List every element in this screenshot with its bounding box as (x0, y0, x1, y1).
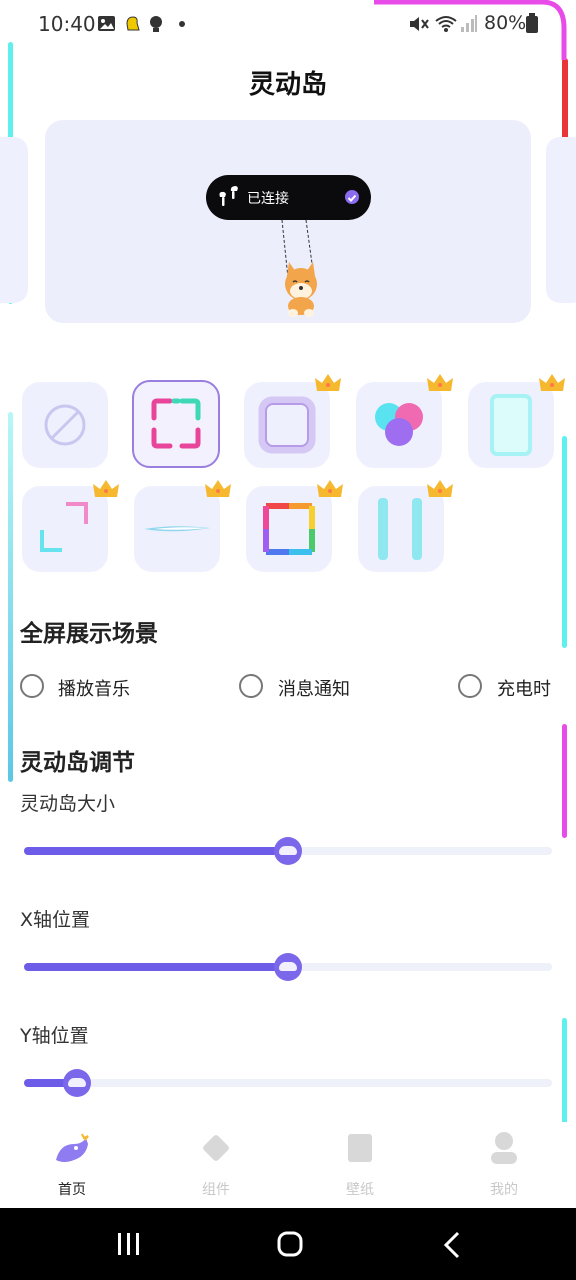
back-icon[interactable] (440, 1230, 464, 1260)
style-glow-square[interactable] (244, 382, 330, 468)
nav-widgets[interactable]: 组件 (144, 1122, 288, 1208)
neon-edge-right-pink (562, 724, 567, 838)
radio-notification[interactable] (239, 674, 263, 698)
system-navigation-bar (0, 1208, 576, 1280)
adjust-section-title: 灵动岛调节 (20, 750, 135, 776)
premium-crown-icon (427, 374, 453, 391)
wallpaper-icon (348, 1134, 372, 1162)
status-time: 10:40 (38, 12, 96, 36)
dot-icon (179, 21, 185, 27)
carousel-card-next[interactable] (546, 137, 576, 303)
swinging-shiba-mascot (281, 219, 317, 317)
slider-size-thumb[interactable] (274, 837, 302, 865)
neon-edge-right-cyan-low (562, 1018, 567, 1130)
slider-label-size: 灵动岛大小 (20, 793, 116, 815)
premium-crown-icon (539, 374, 565, 391)
earbuds-icon (219, 186, 238, 206)
radio-play-music[interactable] (20, 674, 44, 698)
nav-profile[interactable]: 我的 (432, 1122, 576, 1208)
no-style-icon (44, 404, 86, 446)
island-status-label: 已连接 (247, 191, 289, 207)
premium-crown-icon (315, 374, 341, 391)
gallery-icon (98, 16, 115, 31)
neon-edge-top-right-pink (374, 0, 567, 60)
bulb-icon (150, 16, 162, 32)
recent-apps-icon[interactable] (116, 1230, 142, 1258)
slider-x-position[interactable] (24, 953, 552, 981)
nav-label-home: 首页 (58, 1182, 86, 1198)
dashed-square-icon (151, 398, 201, 449)
slider-y-thumb[interactable] (63, 1069, 91, 1097)
neon-edge-right-cyan-mid (562, 436, 567, 648)
style-none[interactable] (22, 382, 108, 468)
slider-label-x: X轴位置 (20, 909, 91, 931)
fullscreen-section-title: 全屏展示场景 (20, 621, 158, 647)
premium-crown-icon (317, 480, 343, 497)
premium-crown-icon (93, 480, 119, 497)
slider-x-fill (24, 963, 288, 971)
bottom-nav: 首页 组件 壁纸 我的 (0, 1122, 576, 1208)
nav-label-wallpaper: 壁纸 (346, 1182, 374, 1198)
page-title: 灵动岛 (248, 70, 327, 100)
connected-check-icon (345, 190, 359, 204)
style-cyan-frame[interactable] (468, 382, 554, 468)
slider-y-position[interactable] (24, 1069, 552, 1097)
style-color-circles[interactable] (356, 382, 442, 468)
neon-edge-left-blue (8, 412, 13, 782)
premium-crown-icon (205, 480, 231, 497)
radio-label-charging[interactable]: 充电时 (497, 675, 551, 701)
nav-wallpaper[interactable]: 壁纸 (288, 1122, 432, 1208)
home-bird-icon (56, 1133, 89, 1162)
carousel-card-prev[interactable] (0, 137, 28, 303)
glow-square-icon (258, 396, 316, 454)
slider-size-fill (24, 847, 288, 855)
nav-home[interactable]: 首页 (0, 1122, 144, 1208)
profile-icon (491, 1132, 517, 1164)
color-circles-icon (375, 403, 423, 446)
slider-size[interactable] (24, 837, 552, 865)
widgets-diamond-icon (203, 1135, 229, 1161)
style-dashed-square[interactable] (132, 380, 220, 468)
premium-crown-icon (427, 480, 453, 497)
nav-label-widgets: 组件 (202, 1182, 230, 1198)
notification-app-icon (126, 16, 140, 31)
radio-label-notification[interactable]: 消息通知 (278, 675, 350, 701)
slider-label-y: Y轴位置 (20, 1025, 89, 1047)
cyan-frame-icon (490, 394, 532, 456)
nav-label-profile: 我的 (490, 1182, 518, 1198)
slider-x-thumb[interactable] (274, 953, 302, 981)
radio-charging[interactable] (458, 674, 482, 698)
home-button-icon[interactable] (276, 1230, 306, 1260)
radio-label-play-music[interactable]: 播放音乐 (58, 675, 130, 701)
